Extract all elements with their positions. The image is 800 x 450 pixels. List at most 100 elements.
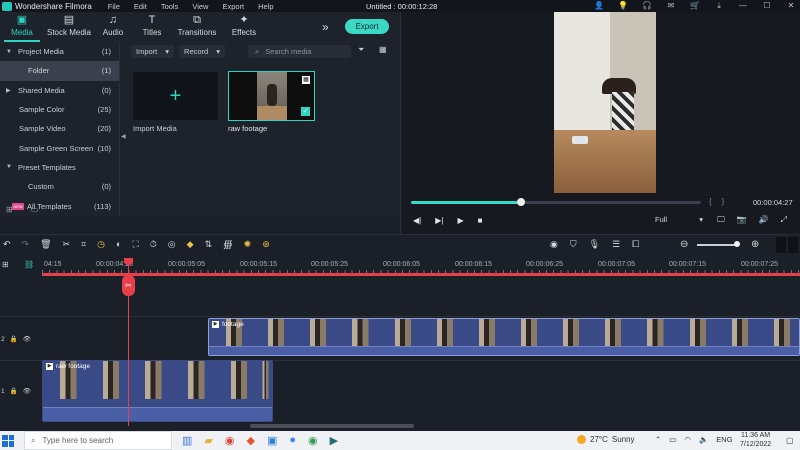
network-icon[interactable]: ▭	[669, 435, 676, 444]
keyframe-icon[interactable]: ◆	[187, 239, 194, 250]
eye-icon[interactable]: 👁	[23, 335, 31, 343]
minimize-icon[interactable]: —	[738, 1, 748, 11]
stabilize-icon[interactable]: ◎	[168, 239, 176, 250]
preview-progress-bar[interactable]	[411, 198, 701, 206]
fullscreen-icon[interactable]: ⤢	[781, 215, 787, 225]
menu-tools[interactable]: Tools	[161, 2, 179, 11]
ai-icon[interactable]: ⊛	[262, 239, 270, 250]
render-icon[interactable]: ◉	[550, 239, 558, 250]
speaker-icon[interactable]: 🔈	[699, 435, 708, 444]
menu-edit[interactable]: Edit	[134, 2, 147, 11]
notification-icon[interactable]: ▢	[786, 436, 794, 445]
in-out-markers[interactable]: {}	[709, 197, 734, 206]
tree-item-project-media[interactable]: ▼ Project Media (1)	[0, 42, 119, 61]
undo-icon[interactable]: ↶	[3, 239, 11, 250]
wifi-icon[interactable]: ◠	[684, 435, 691, 444]
tree-item-folder[interactable]: Folder (1)	[0, 61, 119, 81]
green-screen-icon[interactable]: ⛶	[132, 239, 138, 250]
stop-icon[interactable]: ■	[478, 216, 483, 225]
tab-stock-media[interactable]: ▤ Stock Media	[44, 12, 94, 42]
zoom-slider[interactable]	[697, 244, 739, 246]
mark-out-icon[interactable]: }	[722, 197, 735, 206]
windows-start-icon[interactable]	[2, 434, 14, 447]
tab-audio[interactable]: ♫ Audio	[94, 12, 132, 42]
user-icon[interactable]: 👤	[594, 1, 604, 11]
crop-icon[interactable]: ⌗	[81, 239, 86, 250]
eye-icon[interactable]: 👁	[23, 387, 31, 395]
export-button[interactable]: Export	[345, 19, 389, 34]
expand-arrow-icon[interactable]: ▼	[6, 49, 18, 55]
folder-outline-icon[interactable]: ▭	[31, 205, 39, 214]
snapshot-camera-icon[interactable]: 📷	[737, 215, 747, 225]
redo-icon[interactable]: ↷	[22, 239, 30, 250]
language-indicator[interactable]: ENG	[716, 435, 732, 444]
tab-effects[interactable]: ✦ Effects	[222, 12, 266, 42]
brave-icon[interactable]: ◆	[246, 434, 254, 447]
weather-widget[interactable]: 27°C Sunny	[577, 435, 635, 444]
tree-item-shared-media[interactable]: ▶ Shared Media (0)	[0, 81, 119, 100]
split-scissors-icon[interactable]: ✂	[122, 275, 135, 296]
chrome-icon[interactable]: ◉	[225, 434, 235, 447]
expand-arrow-icon[interactable]: ▼	[6, 164, 18, 170]
close-icon[interactable]: ✕	[786, 1, 796, 11]
tree-item-custom[interactable]: Custom (0)	[0, 177, 119, 196]
lock-icon[interactable]: 🔒	[10, 387, 18, 395]
bulb-icon[interactable]: 💡	[618, 1, 628, 11]
preview-progress-knob[interactable]	[517, 198, 526, 206]
tab-titles[interactable]: T Titles	[132, 12, 172, 42]
mic-icon[interactable]: 🎙	[589, 239, 600, 250]
cut-icon[interactable]: ✂	[63, 239, 71, 250]
new-folder-icon[interactable]: ⊞	[6, 205, 13, 214]
play-icon[interactable]: ▶	[457, 216, 463, 225]
filter-icon[interactable]: ⏷	[358, 45, 364, 55]
preview-video-frame[interactable]	[554, 12, 656, 193]
collapse-arrow-icon[interactable]: ▶	[6, 87, 18, 94]
color-icon[interactable]: ◐	[116, 239, 121, 250]
zoom-slider-knob[interactable]	[734, 241, 740, 247]
lock-icon[interactable]: 🔒	[10, 335, 18, 343]
timeline-view-toggle[interactable]	[776, 237, 800, 253]
download-icon[interactable]: ⤓	[714, 1, 724, 11]
track-2-clip[interactable]: ▶ footage	[208, 318, 800, 356]
timeline-ruler[interactable]: ⊞ ⛓ 04:15 00:00:04:25 00:00:05:05 00:00:…	[0, 256, 800, 276]
raw-footage-thumbnail[interactable]: ▦ ✓	[228, 71, 315, 121]
menu-export[interactable]: Export	[222, 2, 244, 11]
track-1-clip[interactable]: ▶ raw footage	[42, 360, 273, 422]
delete-icon[interactable]: 🗑	[40, 239, 51, 250]
widgets-icon[interactable]: ▥	[182, 434, 192, 447]
mark-in-icon[interactable]: {	[709, 197, 722, 206]
maximize-icon[interactable]: ☐	[762, 1, 772, 11]
link-icon[interactable]: ⛓	[24, 260, 34, 269]
tab-media[interactable]: ▣ Media	[0, 12, 44, 42]
play-reverse-icon[interactable]: ▶|	[435, 216, 443, 225]
marker-shield-icon[interactable]: ⛉	[570, 239, 577, 250]
headset-icon[interactable]: 🎧	[642, 1, 652, 11]
tree-item-sample-color[interactable]: Sample Color (25)	[0, 100, 119, 119]
cart-icon[interactable]: 🛒	[690, 1, 700, 11]
speed-icon[interactable]: ◷	[97, 239, 105, 250]
duration-icon[interactable]: ⏱	[150, 239, 157, 250]
adjust-icon[interactable]: ⇅	[205, 239, 213, 250]
pip-icon[interactable]: ⧠	[632, 239, 639, 250]
taskbar-clock[interactable]: 11:36 AM 7/12/2022	[740, 432, 771, 449]
audio-mix-icon[interactable]: ∰	[223, 239, 233, 250]
collapse-panel-icon[interactable]: ◀	[121, 133, 126, 140]
zoom-in-icon[interactable]: ⊕	[751, 239, 759, 250]
menu-file[interactable]: File	[108, 2, 120, 11]
chrome-canary-icon[interactable]: ◉	[308, 434, 318, 447]
volume-icon[interactable]: 🔊	[759, 215, 769, 225]
chevron-up-icon[interactable]: ⌃	[655, 435, 661, 444]
monitor-icon[interactable]: 🖵	[717, 215, 725, 225]
import-media-tile[interactable]: +	[133, 72, 218, 120]
tree-item-sample-video[interactable]: Sample Video (20)	[0, 119, 119, 138]
import-dropdown[interactable]: Import ▾	[131, 45, 175, 58]
tab-transitions[interactable]: ⧉ Transitions	[172, 12, 222, 42]
store-icon[interactable]: ▣	[267, 434, 277, 447]
zoom-out-icon[interactable]: ⊖	[680, 239, 688, 250]
checkbox-checked-icon[interactable]: ✓	[301, 107, 310, 116]
quality-dropdown[interactable]: Full ▾	[655, 215, 703, 227]
tree-item-sample-green-screen[interactable]: Sample Green Screen (10)	[0, 138, 119, 157]
filmora-app-icon[interactable]: ▶	[330, 434, 338, 447]
record-dropdown[interactable]: Record ▾	[179, 45, 225, 58]
timeline-scrollbar[interactable]	[250, 424, 414, 428]
